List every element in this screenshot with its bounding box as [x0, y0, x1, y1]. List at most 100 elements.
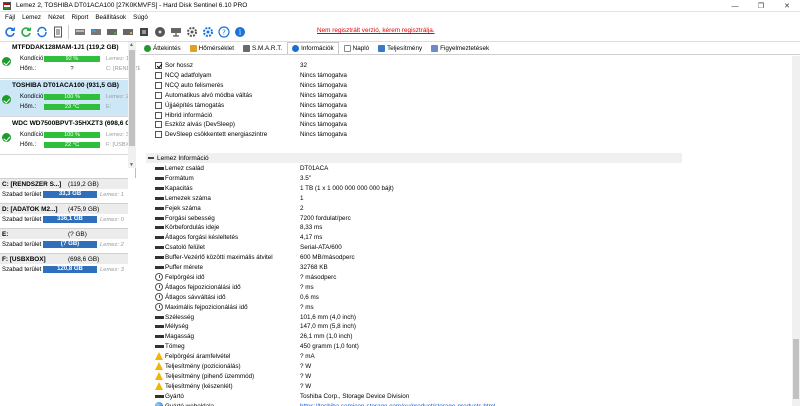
drive-icon[interactable]: [105, 25, 118, 38]
volume-disk-label: Lemez: 2: [100, 241, 124, 248]
tab-temperature[interactable]: Hőmérséklet: [186, 43, 238, 54]
sync-icon[interactable]: [35, 25, 48, 38]
globe-icon: [155, 401, 163, 406]
feature-row: Hibrid információ Nincs támogatva: [152, 111, 682, 120]
tab-label: Hőmérséklet: [198, 45, 234, 52]
info-row: Magasság 26,1 mm (1,0 inch): [152, 332, 682, 341]
info-icon[interactable]: i: [233, 25, 246, 38]
clock-icon: [155, 272, 163, 281]
volume-label: E:: [106, 104, 112, 110]
tab-overview[interactable]: Áttekintés: [140, 43, 185, 54]
info-value: 101,6 mm (4,0 inch): [300, 313, 356, 321]
refresh-icon[interactable]: [3, 25, 16, 38]
disk-temp-row: Hőm.: 22 °C F: [USBX: [20, 142, 129, 148]
property-icon: [155, 325, 164, 329]
close-button[interactable]: ✕: [774, 0, 800, 12]
menu-view[interactable]: Nézet: [48, 14, 64, 21]
temp-label: Hőm.:: [20, 142, 37, 148]
feature-value: Nincs támogatva: [300, 131, 347, 139]
content-scrollbar[interactable]: [792, 56, 800, 406]
volume-name: C: [RENDSZER S...]: [2, 181, 62, 188]
scrollbar-thumb[interactable]: [793, 339, 799, 399]
info-value: ? ms: [300, 303, 314, 311]
menu-file[interactable]: Fájl: [5, 14, 15, 21]
network-disk-icon[interactable]: [169, 25, 182, 38]
temp-label: Hőm.:: [20, 104, 37, 110]
gear-icon[interactable]: [185, 25, 198, 38]
status-ok-icon: [2, 57, 11, 66]
volume-item[interactable]: C: [RENDSZER S...] (119,2 GB) Szabad terü…: [0, 178, 128, 202]
minimize-button[interactable]: —: [722, 0, 748, 12]
property-icon: [155, 186, 164, 190]
drive-info-icon[interactable]: [121, 25, 134, 38]
menu-settings[interactable]: Beállítások: [95, 14, 126, 21]
volume-label: F: [USBX: [106, 142, 130, 148]
tab-information[interactable]: Információk: [287, 42, 339, 54]
menu-disk[interactable]: Lemez: [22, 14, 41, 21]
manufacturer-website-link[interactable]: https://toshiba.semicon-storage.com/eu/p…: [300, 403, 495, 406]
disk-item[interactable]: WDC WD7500BPVT-35HXZT3 (698,6 GB) Kondíc…: [0, 118, 129, 155]
scroll-down-icon[interactable]: ▼: [129, 162, 134, 168]
volume-item[interactable]: E: (? GB) Szabad terület (? GB) Lemez: 2: [0, 228, 128, 252]
menu-bar: Fájl Lemez Nézet Riport Beállítások Súgó: [0, 12, 800, 22]
chart-icon: [378, 45, 386, 52]
section-disk-information[interactable]: Lemez Információ: [146, 153, 682, 163]
refresh-all-icon[interactable]: [19, 25, 32, 38]
chip-icon[interactable]: [137, 25, 150, 38]
app-icon: [3, 1, 11, 10]
property-icon: [155, 266, 164, 269]
document-icon[interactable]: [51, 25, 64, 38]
disk-list-scrollbar[interactable]: ▲ ▼: [128, 42, 136, 168]
tab-label: Teljesítmény: [387, 45, 423, 52]
tab-log[interactable]: Napló: [340, 43, 373, 54]
disk-item-selected[interactable]: TOSHIBA DT01ACA100 (931,5 GB) Kondíció: …: [0, 80, 130, 117]
maximize-button[interactable]: ❐: [748, 0, 774, 12]
warning-icon: [155, 371, 163, 380]
volume-disk-label: Lemez: 0: [100, 216, 124, 223]
disk-item[interactable]: MTFDDAK128MAM-1J1 (119,2 GB) Kondíció: 9…: [0, 42, 145, 79]
disk-temp-row: Hőm.: ? C: [RENDSZER: [20, 66, 145, 72]
tab-smart[interactable]: S.M.A.R.T.: [239, 43, 286, 54]
collapse-icon[interactable]: [148, 157, 154, 159]
feature-checkbox: [155, 111, 162, 119]
information-content: Sor hossz 32 NCQ adatfolyam Nincs támogatva…: [140, 56, 792, 406]
disk-list-panel: MTFDDAK128MAM-1J1 (119,2 GB) Kondíció: 9…: [0, 42, 145, 406]
volume-size: (698,6 GB): [68, 256, 100, 263]
menu-report[interactable]: Riport: [72, 14, 89, 21]
info-value: 26,1 mm (1,0 inch): [300, 333, 353, 341]
info-row: Körbefordulás ideje 8,33 ms: [152, 223, 682, 232]
info-row: Tömeg 450 gramm (1,0 font): [152, 342, 682, 351]
menu-help[interactable]: Súgó: [133, 14, 148, 21]
info-row: Felpörgési áramfelvétel ? mA: [152, 352, 682, 361]
info-value: ? másodperc: [300, 273, 337, 281]
feature-checkbox: [155, 91, 162, 99]
info-row: Csatoló felület Serial-ATA/600: [152, 243, 682, 252]
info-value: 4,17 ms: [300, 234, 323, 242]
disk-number-label: Lemez: 2: [106, 94, 130, 100]
test-icon[interactable]: [73, 25, 86, 38]
volume-disk-label: Lemez: 3: [100, 266, 124, 273]
tab-performance[interactable]: Teljesítmény: [374, 43, 426, 54]
scrollbar-thumb[interactable]: [129, 50, 135, 146]
feature-checkbox: [155, 121, 162, 129]
surface-test-icon[interactable]: [89, 25, 102, 38]
info-value: ? W: [300, 382, 312, 390]
scroll-up-icon[interactable]: ▲: [129, 42, 134, 48]
info-row: Teljesítmény (készenlét) ? W: [152, 381, 682, 391]
feature-value: Nincs támogatva: [300, 81, 347, 89]
info-name: Gyártó: [165, 392, 184, 400]
warning-icon: [155, 352, 163, 361]
svg-text:?: ?: [222, 28, 226, 36]
info-name: Átlagos sávváltási idő: [165, 293, 226, 301]
disk-icon[interactable]: [153, 25, 166, 38]
settings-icon[interactable]: [201, 25, 214, 38]
registration-warning-link[interactable]: Nem regisztrált verzió, kérem regisztrál…: [317, 27, 435, 34]
smart-icon: [243, 45, 250, 52]
info-value: DT01ACA: [300, 165, 329, 172]
volume-item[interactable]: F: [USBXBOX] (698,6 GB) Szabad terület 120…: [0, 253, 128, 277]
info-row: Teljesítmény (pihenő üzemmód) ? W: [152, 371, 682, 381]
volume-item[interactable]: D: [ADATOK M2...] (475,9 GB) Szabad terül…: [0, 203, 128, 227]
help-icon[interactable]: ?: [217, 25, 230, 38]
tab-alerts[interactable]: Figyelmeztetések: [427, 43, 493, 54]
info-name: Felpörgési áramfelvétel: [165, 353, 231, 361]
